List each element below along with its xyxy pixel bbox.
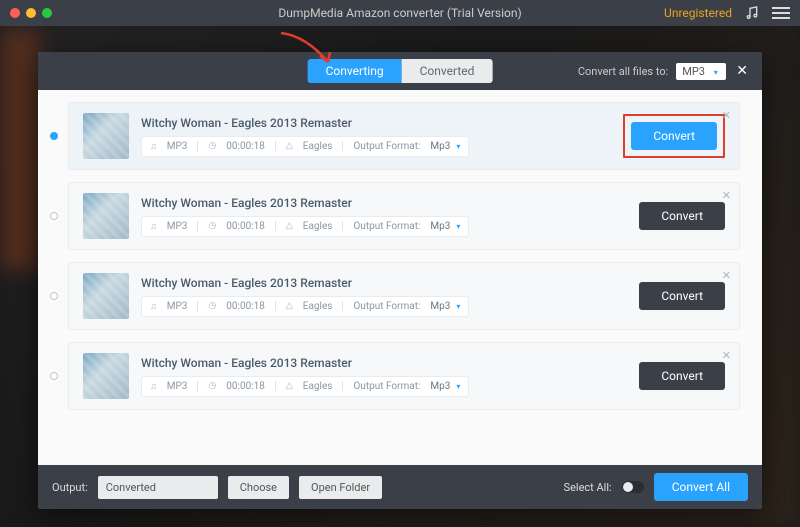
global-format-select[interactable]: MP3 ▾ [676, 63, 726, 80]
convert-all-format-label: Convert all files to: [578, 65, 668, 78]
music-icon: ♫ [150, 301, 157, 312]
music-note-icon[interactable] [744, 5, 760, 21]
person-icon: △ [286, 141, 293, 151]
clock-icon: ◷ [208, 141, 216, 151]
clock-icon: ◷ [208, 381, 216, 391]
track-details: ♫MP3 ◷00:00:18 △Eagles Output Format: Mp… [141, 376, 469, 397]
close-window-icon[interactable] [10, 8, 20, 18]
chevron-down-icon: ▾ [456, 382, 460, 391]
annotation-highlight-box: Convert [623, 114, 725, 158]
convert-button[interactable]: Convert [639, 362, 725, 390]
registration-status[interactable]: Unregistered [664, 6, 732, 20]
convert-button[interactable]: Convert [631, 122, 717, 150]
tab-converted[interactable]: Converted [402, 59, 493, 83]
track-card: ✕ Witchy Woman - Eagles 2013 Remaster ♫M… [68, 262, 740, 330]
chevron-down-icon: ▾ [456, 222, 460, 231]
album-art-thumb [83, 193, 129, 239]
track-row: ✕ Witchy Woman - Eagles 2013 Remaster ♫M… [50, 262, 740, 330]
track-details: ♫MP3 ◷00:00:18 △Eagles Output Format: Mp… [141, 296, 469, 317]
track-card: ✕ Witchy Woman - Eagles 2013 Remaster ♫M… [68, 182, 740, 250]
remove-row-icon[interactable]: ✕ [722, 269, 731, 282]
tab-group: Converting Converted [308, 59, 493, 83]
track-list: ✕ Witchy Woman - Eagles 2013 Remaster ♫M… [38, 90, 762, 465]
select-all-toggle[interactable] [622, 481, 644, 493]
output-path-label: Output: [52, 481, 88, 494]
convert-button[interactable]: Convert [639, 282, 725, 310]
select-all-label: Select All: [564, 481, 612, 494]
track-details: ♫MP3 ◷00:00:18 △Eagles Output Format: Mp… [141, 216, 469, 237]
output-path-input[interactable] [98, 476, 218, 499]
choose-folder-button[interactable]: Choose [228, 476, 289, 499]
track-card: ✕ Witchy Woman - Eagles 2013 Remaster ♫M… [68, 342, 740, 410]
person-icon: △ [286, 221, 293, 231]
output-format-select[interactable]: Mp3▾ [430, 141, 460, 152]
track-row: ✕ Witchy Woman - Eagles 2013 Remaster ♫M… [50, 342, 740, 410]
output-format-select[interactable]: Mp3▾ [430, 221, 460, 232]
maximize-window-icon[interactable] [42, 8, 52, 18]
album-art-thumb [83, 353, 129, 399]
chevron-down-icon: ▾ [714, 68, 718, 77]
remove-row-icon[interactable]: ✕ [722, 349, 731, 362]
music-icon: ♫ [150, 221, 157, 232]
track-title: Witchy Woman - Eagles 2013 Remaster [141, 196, 617, 210]
remove-row-icon[interactable]: ✕ [722, 109, 731, 122]
clock-icon: ◷ [208, 221, 216, 231]
person-icon: △ [286, 381, 293, 391]
convert-all-button[interactable]: Convert All [654, 473, 748, 501]
convert-button[interactable]: Convert [639, 202, 725, 230]
minimize-window-icon[interactable] [26, 8, 36, 18]
panel-header: Converting Converted Convert all files t… [38, 52, 762, 90]
music-icon: ♫ [150, 141, 157, 152]
menu-icon[interactable] [772, 7, 790, 19]
output-format-select[interactable]: Mp3▾ [430, 381, 460, 392]
row-select-radio[interactable] [50, 292, 58, 300]
chevron-down-icon: ▾ [456, 302, 460, 311]
album-art-thumb [83, 113, 129, 159]
track-row: ✕ Witchy Woman - Eagles 2013 Remaster ♫M… [50, 102, 740, 170]
album-art-thumb [83, 273, 129, 319]
track-details: ♫MP3 ◷00:00:18 △Eagles Output Format: Mp… [141, 136, 469, 157]
track-title: Witchy Woman - Eagles 2013 Remaster [141, 116, 611, 130]
app-title: DumpMedia Amazon converter (Trial Versio… [278, 6, 521, 20]
remove-row-icon[interactable]: ✕ [722, 189, 731, 202]
row-select-radio[interactable] [50, 372, 58, 380]
chevron-down-icon: ▾ [456, 142, 460, 151]
music-icon: ♫ [150, 381, 157, 392]
track-title: Witchy Woman - Eagles 2013 Remaster [141, 276, 617, 290]
tab-converting[interactable]: Converting [308, 59, 402, 83]
close-panel-icon[interactable]: ✕ [734, 63, 750, 79]
clock-icon: ◷ [208, 301, 216, 311]
open-folder-button[interactable]: Open Folder [299, 476, 382, 499]
track-card: ✕ Witchy Woman - Eagles 2013 Remaster ♫M… [68, 102, 740, 170]
window-controls [10, 8, 52, 18]
row-select-radio[interactable] [50, 132, 58, 140]
track-title: Witchy Woman - Eagles 2013 Remaster [141, 356, 617, 370]
row-select-radio[interactable] [50, 212, 58, 220]
panel-footer: Output: Choose Open Folder Select All: C… [38, 465, 762, 509]
main-panel: Converting Converted Convert all files t… [38, 52, 762, 509]
titlebar: DumpMedia Amazon converter (Trial Versio… [0, 0, 800, 26]
output-format-select[interactable]: Mp3▾ [430, 301, 460, 312]
person-icon: △ [286, 301, 293, 311]
track-row: ✕ Witchy Woman - Eagles 2013 Remaster ♫M… [50, 182, 740, 250]
